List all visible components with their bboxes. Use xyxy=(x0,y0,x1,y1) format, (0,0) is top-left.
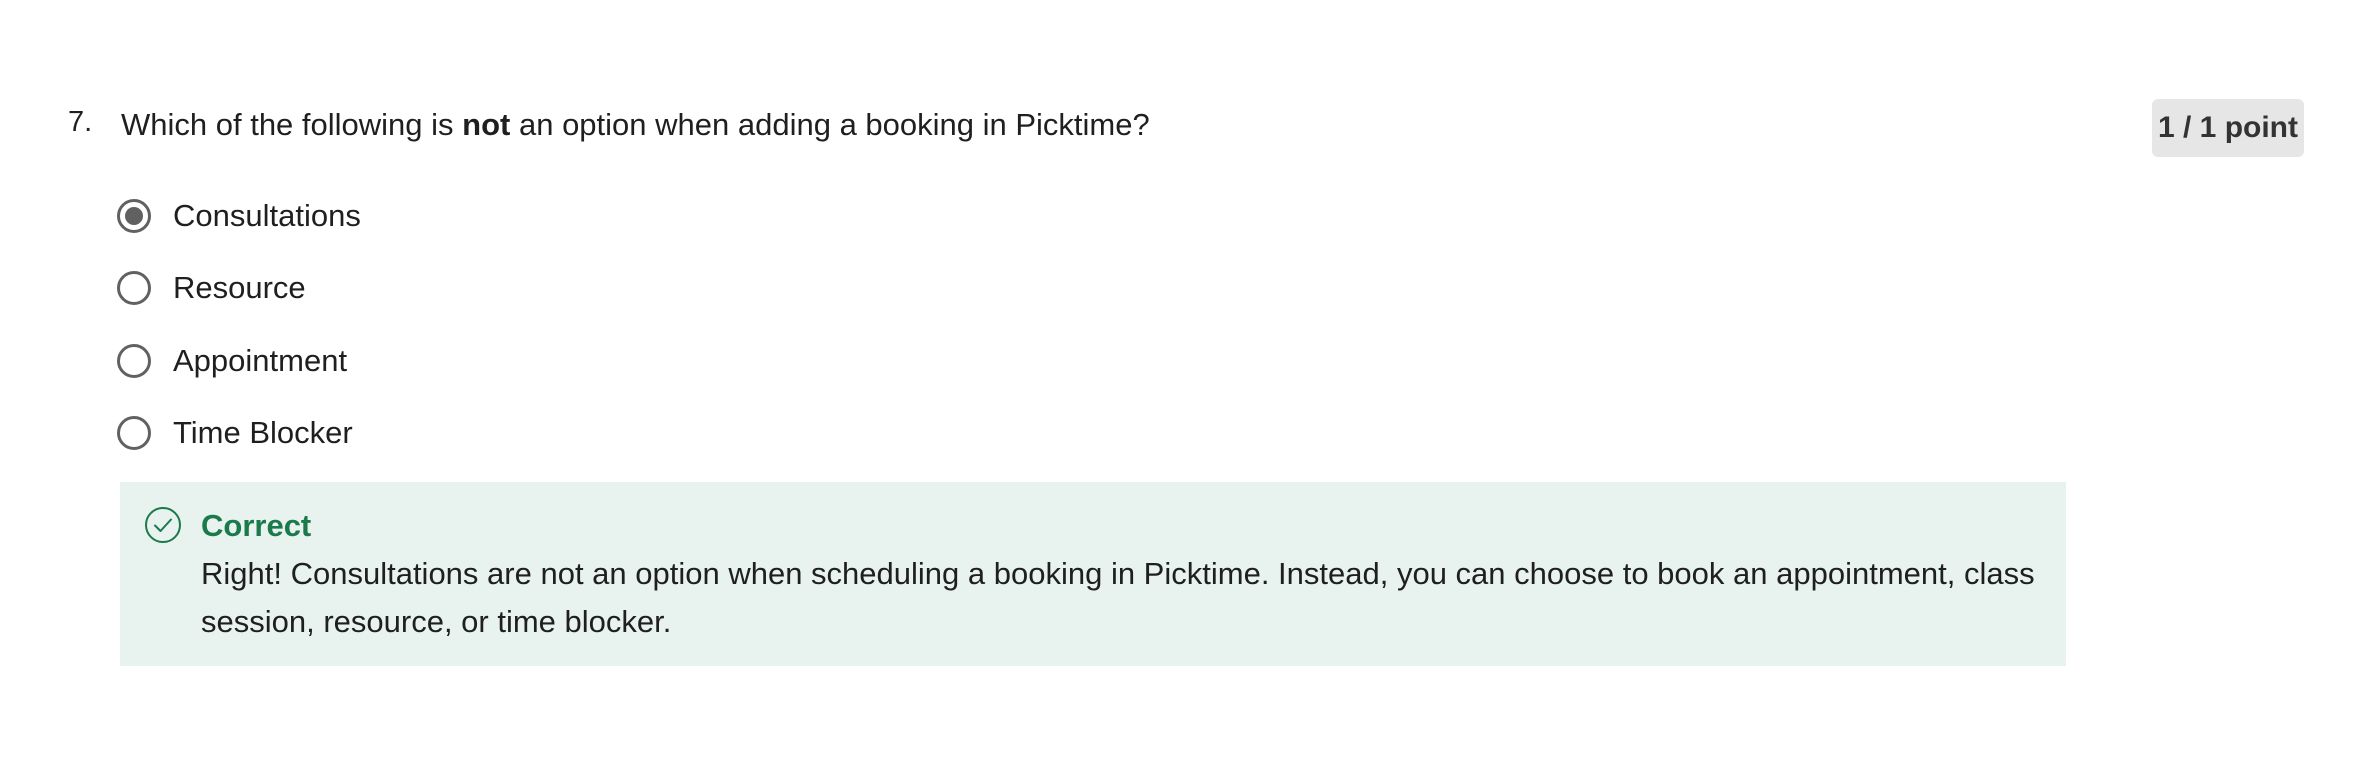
option-appointment[interactable]: Appointment xyxy=(117,339,347,383)
radio-button[interactable] xyxy=(117,271,151,305)
question-text-end: an option when adding a booking in Pickt… xyxy=(510,107,1150,142)
radio-button[interactable] xyxy=(117,416,151,450)
feedback-body: Right! Consultations are not an option w… xyxy=(201,556,2035,639)
option-label: Appointment xyxy=(173,343,348,378)
option-time-blocker[interactable]: Time Blocker xyxy=(117,411,353,455)
feedback-title: Correct xyxy=(201,508,312,543)
question-prompt: Which of the following is not an option … xyxy=(121,106,1150,144)
radio-dot xyxy=(125,207,143,225)
option-consultations[interactable]: Consultations xyxy=(117,194,361,238)
check-circle-icon xyxy=(144,506,182,544)
question-text-start: Which of the following is xyxy=(121,107,463,142)
question-text-emphasis: not xyxy=(462,107,511,142)
radio-button[interactable] xyxy=(117,344,151,378)
option-label: Consultations xyxy=(173,198,361,233)
option-label: Resource xyxy=(173,270,306,305)
radio-button-selected[interactable] xyxy=(117,199,151,233)
points-badge: 1 / 1 point xyxy=(2152,99,2304,157)
feedback-panel: Correct Right! Consultations are not an … xyxy=(120,482,2066,666)
option-resource[interactable]: Resource xyxy=(117,266,306,310)
option-label: Time Blocker xyxy=(173,415,353,450)
question-number: 7. xyxy=(68,106,93,138)
